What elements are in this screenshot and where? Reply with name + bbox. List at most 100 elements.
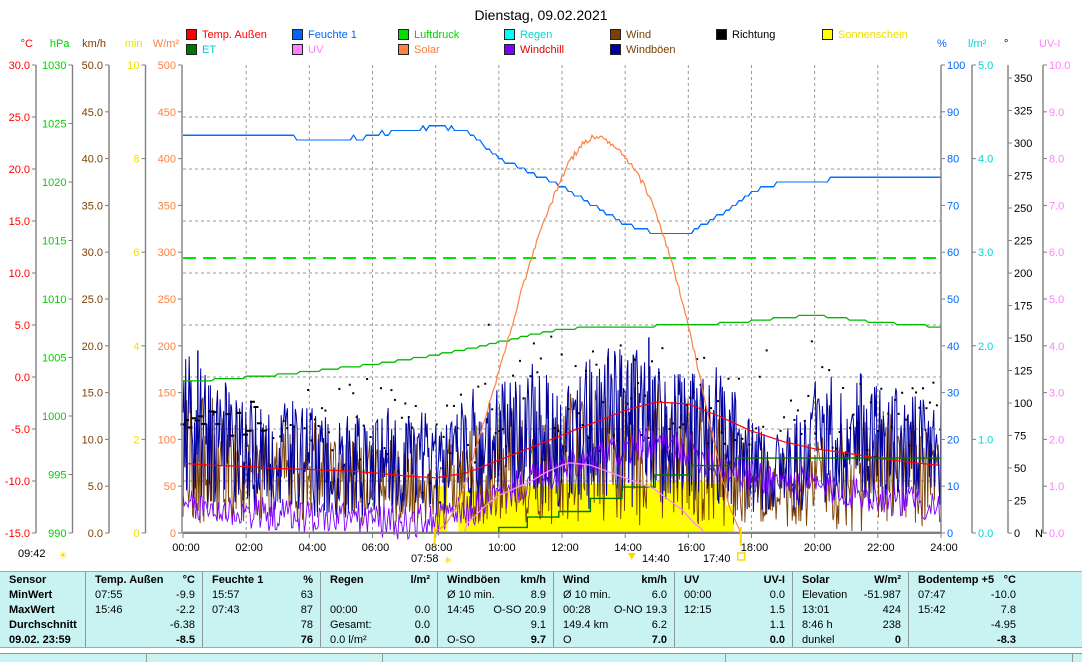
stats-value: Bodentemp +5 <box>918 573 995 586</box>
direction-dot <box>180 423 186 426</box>
direction-dot <box>265 429 268 432</box>
direction-dot <box>314 418 317 421</box>
direction-dot <box>828 369 831 372</box>
direction-dot <box>539 357 542 360</box>
direction-dot <box>536 371 539 374</box>
direction-dot <box>505 445 508 448</box>
direction-dot <box>703 356 706 359</box>
stats-column-wind: Wind km/h Ø 10 min. 6.0 00:28 O-NO 19.3 149.4 … <box>553 572 674 647</box>
direction-dot <box>386 453 389 456</box>
direction-dot <box>588 437 591 440</box>
stats-value: 00:00 <box>330 603 358 616</box>
stats-value: 07:43 <box>212 603 240 616</box>
direction-dot <box>710 407 713 410</box>
page-title: Dienstag, 09.02.2021 <box>474 7 608 23</box>
luftdruck-swatch-icon <box>398 29 409 40</box>
direction-dot <box>793 418 796 421</box>
stats-column-uv: UV UV-I 00:00 0.0 12:15 1.5 1.1 0.0 <box>674 572 792 647</box>
axis-tick-label: 4.0 <box>1049 341 1064 353</box>
stats-cell: 00:28 O-NO 19.3 <box>554 602 674 617</box>
direction-dot <box>466 444 469 447</box>
stats-cell: 76 <box>203 632 320 647</box>
stats-cell: O-SO 9.7 <box>438 632 553 647</box>
stats-value: 09.02. 23:59 <box>9 633 71 646</box>
axis-unit-hpa: hPa <box>50 38 70 50</box>
axis-tick-label: 200 <box>1014 268 1032 280</box>
direction-dot <box>397 470 400 473</box>
stats-value: O-SO <box>447 633 476 646</box>
axis-tick-label: 35.0 <box>82 200 103 212</box>
axis-tick-label: 2.0 <box>1049 434 1064 446</box>
stats-value: Gesamt: <box>330 618 372 631</box>
direction-dot <box>626 402 629 405</box>
legend-label: ET <box>202 43 217 56</box>
stats-value: 0.0 <box>414 603 430 616</box>
solar-max-arrow-icon <box>627 553 636 560</box>
axis-unit-deg: ° <box>1004 38 1008 50</box>
direction-dot <box>821 366 824 369</box>
axis-tick-label: 5.0 <box>15 320 30 332</box>
direction-dot <box>633 358 636 361</box>
direction-dot <box>317 424 320 427</box>
direction-dot <box>352 392 355 395</box>
stats-value: Durchschnitt <box>9 618 77 631</box>
direction-dot <box>595 363 598 366</box>
direction-dot <box>282 419 285 422</box>
stats-value: 149.4 km <box>563 618 609 631</box>
axis-tick-label: 1.0 <box>978 434 993 446</box>
stats-value: 07:47 <box>918 588 946 601</box>
axis-tick-label: 30 <box>947 388 959 400</box>
sunshine-total-label: 09:42 <box>18 548 46 560</box>
axis-tick-label: 6 <box>133 247 139 259</box>
direction-dot <box>512 374 515 377</box>
stats-value: Solar <box>802 573 830 586</box>
x-axis-label: 04:00 <box>299 542 327 554</box>
feuchte-1-swatch-icon <box>292 29 303 40</box>
stats-value: km/h <box>520 573 546 586</box>
stats-cell: -8.5 <box>86 632 202 647</box>
stats-value: O <box>563 633 572 646</box>
direction-dot <box>187 426 193 429</box>
et-swatch-icon <box>186 44 197 55</box>
direction-dot <box>303 427 306 430</box>
direction-dot <box>293 426 296 429</box>
direction-dot <box>741 437 744 440</box>
axis-tick-label: 0.0 <box>88 528 103 540</box>
stats-cell: 14:45 O-SO 20.9 <box>438 602 553 617</box>
direction-dot <box>359 458 362 461</box>
direction-dot <box>668 428 671 431</box>
stats-value: 9.1 <box>530 618 546 631</box>
direction-dot <box>338 387 341 390</box>
legend-label: Wind <box>626 28 652 41</box>
direction-dot <box>904 418 907 421</box>
windboeen-swatch-icon <box>610 44 621 55</box>
x-axis-label: 22:00 <box>867 542 895 554</box>
axis-tick-label: 325 <box>1014 106 1032 118</box>
stats-value: MinWert <box>9 588 53 601</box>
weather-app-window: °C 30.0 25.0 20.0 15.0 10.0 5.0 0.0 -5.0 -10.0 -15… <box>0 0 1082 662</box>
x-axis-label: 12:00 <box>551 542 579 554</box>
stats-value: 15:42 <box>918 603 946 616</box>
direction-dot <box>557 429 560 432</box>
stats-value: 15:46 <box>95 603 123 616</box>
stats-cell: 9.1 <box>438 617 553 632</box>
stats-column-bodentemp-5: Bodentemp +5 °C 07:47 -10.0 15:42 7.8 -4.95 -8.… <box>908 572 1023 647</box>
axis-tick-label: 100 <box>1014 398 1032 410</box>
direction-dot <box>925 407 928 410</box>
sun-icon: ☀ <box>58 550 68 562</box>
direction-dot <box>737 377 740 380</box>
direction-dot <box>616 439 619 442</box>
stats-value: 6.0 <box>651 588 667 601</box>
direction-dot <box>598 449 601 452</box>
direction-dot <box>225 413 231 416</box>
stats-value: 7.0 <box>651 633 667 646</box>
stats-header: Regen l/m² <box>321 572 437 587</box>
direction-dot <box>348 383 351 386</box>
stats-value: O-NO 19.3 <box>613 603 667 616</box>
direction-dot <box>498 430 501 433</box>
stats-cell: Gesamt: 0.0 <box>321 617 437 632</box>
direction-dot <box>246 429 252 432</box>
axis-tick-label: 9.0 <box>1049 107 1064 119</box>
direction-dot <box>501 428 504 431</box>
axis-tick-label: 50 <box>1014 463 1026 475</box>
